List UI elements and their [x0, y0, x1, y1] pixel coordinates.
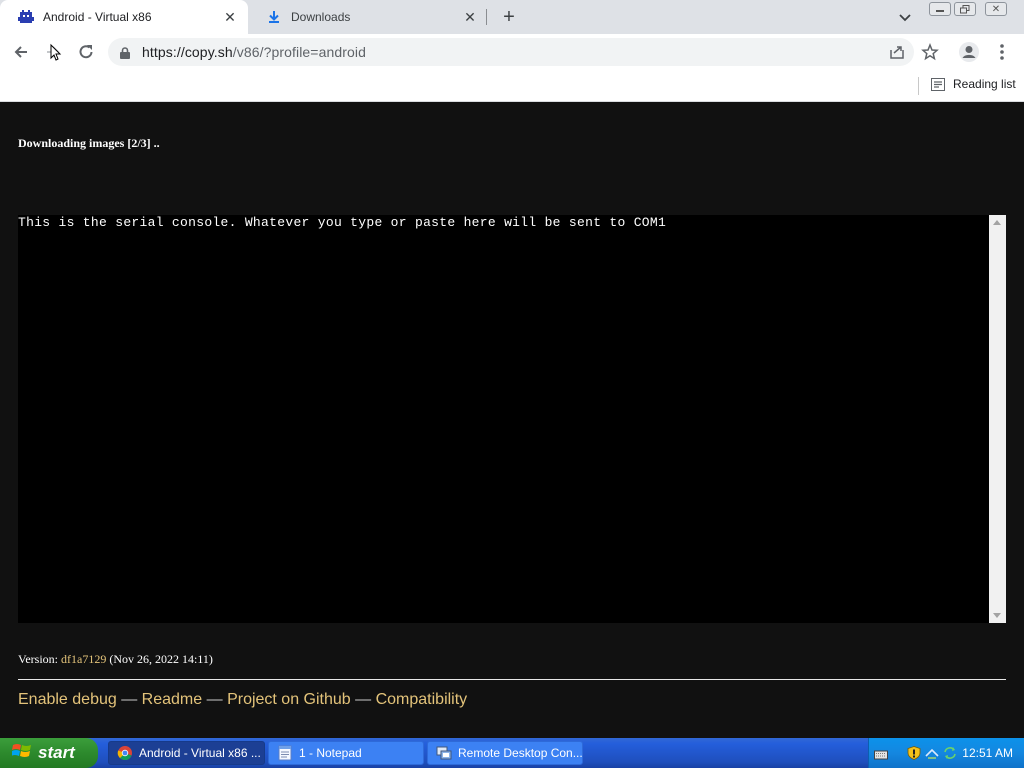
task-label: 1 - Notepad — [299, 746, 362, 760]
restore-button[interactable] — [954, 2, 976, 16]
lock-icon[interactable] — [120, 46, 130, 64]
scroll-down-arrow-icon[interactable] — [993, 613, 1001, 618]
profile-avatar-icon[interactable] — [956, 39, 982, 65]
address-bar[interactable]: https://copy.sh/v86/?profile=android — [108, 38, 914, 66]
notepad-icon — [278, 745, 292, 761]
taskbar-item-remote-desktop[interactable]: Remote Desktop Con... — [427, 741, 583, 765]
divider — [18, 679, 1006, 680]
tab-divider — [486, 9, 487, 25]
tab-strip: Android - Virtual x86 ✕ Downloads ✕ + ✕ — [0, 0, 1024, 34]
minimize-button[interactable] — [929, 2, 951, 16]
url-path: /v86/?profile=android — [232, 44, 366, 60]
browser-toolbar: https://copy.sh/v86/?profile=android — [0, 34, 1024, 70]
v86-favicon-icon — [18, 9, 34, 25]
link-separator: — — [355, 691, 372, 708]
github-link[interactable]: Project on Github — [227, 691, 351, 708]
clock[interactable]: 12:51 AM — [962, 746, 1013, 760]
download-status: Downloading images [2/3] .. — [18, 136, 160, 150]
reading-list-label: Reading list — [953, 77, 1016, 91]
link-separator: — — [206, 691, 223, 708]
version-info: Version: df1a7129 (Nov 26, 2022 14:11) — [18, 652, 213, 667]
tab-downloads[interactable]: Downloads ✕ — [248, 0, 488, 34]
forward-button[interactable] — [40, 39, 66, 65]
scroll-up-arrow-icon[interactable] — [993, 220, 1001, 225]
task-label: Android - Virtual x86 ... — [139, 746, 261, 760]
reading-list-button[interactable]: Reading list — [931, 77, 1016, 91]
reading-list-icon — [931, 77, 945, 91]
link-separator: — — [121, 691, 138, 708]
tab-close-icon[interactable]: ✕ — [222, 9, 238, 25]
bookmarks-bar: Reading list — [0, 70, 1024, 102]
tab-android-virtual-x86[interactable]: Android - Virtual x86 ✕ — [0, 0, 248, 34]
bookmark-star-icon[interactable] — [917, 39, 943, 65]
enable-debug-link[interactable]: Enable debug — [18, 691, 117, 708]
system-tray: 12:51 AM — [868, 738, 1024, 768]
download-icon — [266, 9, 282, 25]
compatibility-link[interactable]: Compatibility — [376, 691, 468, 708]
version-date: (Nov 26, 2022 14:11) — [109, 652, 213, 666]
serial-console[interactable]: This is the serial console. Whatever you… — [18, 215, 1006, 623]
windows-logo-icon — [11, 742, 32, 765]
readme-link[interactable]: Readme — [142, 691, 202, 708]
security-shield-icon[interactable] — [907, 746, 921, 760]
url-host: https://copy.sh — [142, 44, 233, 60]
taskbar-item-browser[interactable]: Android - Virtual x86 ... — [108, 741, 265, 765]
back-button[interactable] — [8, 39, 34, 65]
console-scrollbar[interactable] — [989, 215, 1006, 623]
tab-search-chevron-icon[interactable] — [896, 8, 914, 26]
version-hash-link[interactable]: df1a7129 — [61, 652, 106, 666]
tab-close-icon[interactable]: ✕ — [462, 9, 478, 25]
page-content: Downloading images [2/3] .. This is the … — [0, 102, 1024, 738]
task-label: Remote Desktop Con... — [458, 746, 583, 760]
network-icon[interactable] — [925, 746, 939, 760]
keyboard-icon[interactable] — [874, 748, 888, 762]
close-window-button[interactable]: ✕ — [985, 2, 1007, 16]
tab-title: Downloads — [291, 10, 351, 24]
serial-console-text[interactable]: This is the serial console. Whatever you… — [18, 215, 986, 230]
start-button[interactable]: start — [0, 738, 98, 768]
taskbar-item-notepad[interactable]: 1 - Notepad — [268, 741, 424, 765]
bookmarks-divider — [918, 77, 919, 95]
version-label: Version: — [18, 652, 58, 666]
chrome-icon — [117, 746, 132, 761]
url-text: https://copy.sh/v86/?profile=android — [142, 44, 366, 60]
reload-button[interactable] — [73, 39, 99, 65]
share-icon[interactable] — [888, 43, 906, 61]
new-tab-button[interactable]: + — [498, 6, 520, 28]
sync-icon[interactable] — [943, 746, 957, 760]
taskbar: start Android - Virtual x86 ... 1 - Note… — [0, 738, 1024, 768]
start-label: start — [38, 743, 75, 762]
footer-links: Enable debug — Readme — Project on Githu… — [18, 691, 467, 709]
tab-title: Android - Virtual x86 — [43, 10, 152, 24]
remote-desktop-icon — [436, 746, 452, 760]
menu-kebab-icon[interactable] — [989, 39, 1015, 65]
